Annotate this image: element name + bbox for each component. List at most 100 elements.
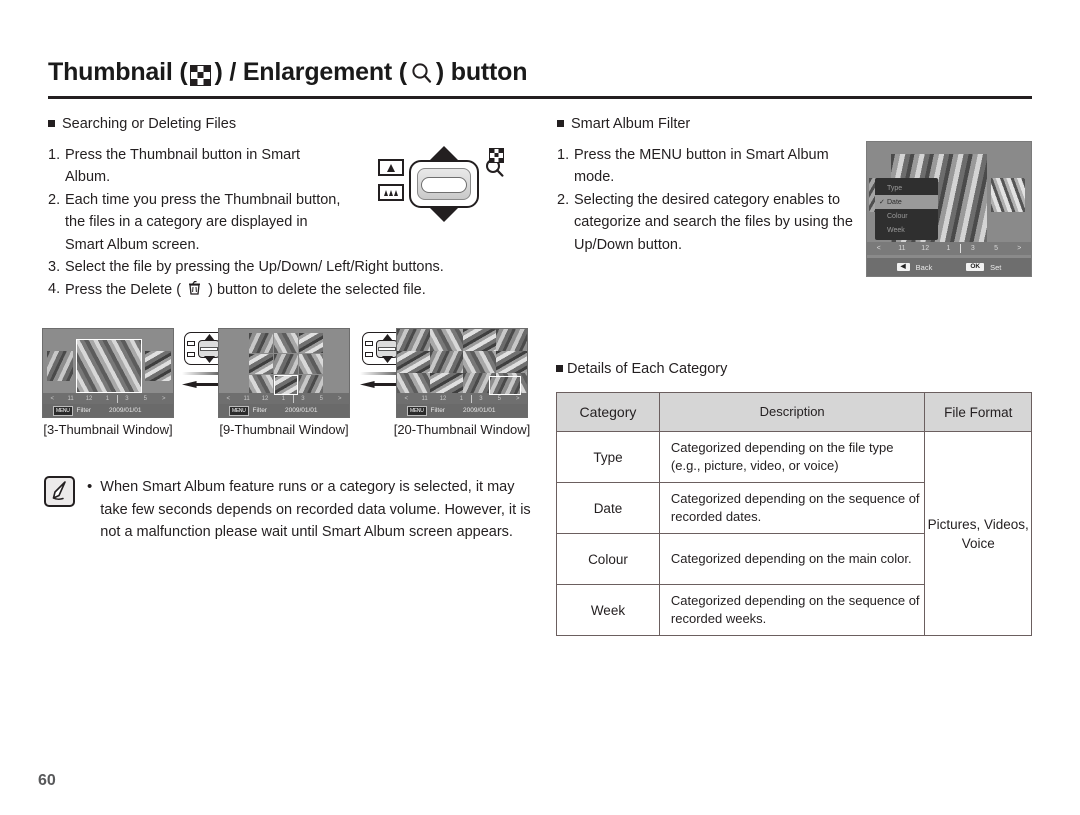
list-item: 3. Select the file by pressing the Up/Do… [48,256,518,278]
header-divider [48,96,1032,99]
filmstrip-cell: > [161,395,166,402]
thumbnail-window-3: < 11 12 1 3 5 > MENU Filter 2009/01/01 [… [42,328,174,437]
category-details-table: Category Description File Format Type Ca… [556,392,1032,636]
cell-file-format: Pictures, Videos, Voice [924,431,1032,636]
list-item: 1. Press the MENU button in Smart Album … [557,144,857,189]
set-button-glyph[interactable]: OK [966,262,985,272]
filmstrip-cell: 11 [67,395,74,402]
thumbnail-image [397,351,430,373]
wide-zoom-icon [378,184,404,201]
page-title-part1: Thumbnail ( [48,58,188,86]
lever-body [409,160,479,208]
filmstrip-bar: < 11 12 1 3 5 > [43,393,173,404]
lcd-screen: < 11 12 1 3 5 > MENU Filter 2009/01/01 [396,328,528,418]
menu-item-colour[interactable]: Colour [875,209,938,223]
filmstrip-cell: 3 [970,245,975,252]
thumbnail-image [430,373,463,395]
thumbnail-image-selected [489,376,521,395]
thumbnail-grid [43,329,173,393]
cell-category: Week [556,584,660,636]
note-box: • When Smart Album feature runs or a cat… [44,476,544,544]
lcd-footer-bar: ◀ Back OK Set [867,258,1031,276]
preview-thumbnail-right [991,178,1025,212]
filmstrip-cell: 5 [143,395,147,402]
lcd-screen: < 11 12 1 3 5 > MENU Filter 2009/01/01 [218,328,350,418]
note-pencil-icon [44,476,75,507]
status-date: 2009/01/01 [462,407,496,414]
menu-item-type[interactable]: Type [875,181,938,195]
step-number: 2. [48,191,61,208]
thumbnail-image [274,354,298,374]
note-text: When Smart Album feature runs or a categ… [100,479,531,540]
bullet-square-icon [48,120,55,127]
back-button-glyph[interactable]: ◀ [896,262,910,272]
list-item: 4. Press the Delete ( ) button to delete… [48,278,518,301]
thumbnail-image [430,329,463,351]
filmstrip-cell: 11 [421,395,428,402]
list-item: 2. Selecting the desired category enable… [557,189,857,256]
thumbnail-image [274,333,298,353]
thumbnail-window-caption: [9-Thumbnail Window] [219,422,349,437]
filmstrip-cell: 3 [125,395,129,402]
page-number: 60 [38,772,56,789]
lcd-status-bar: MENU Filter 2009/01/01 [219,404,349,417]
thumbnail-image [463,329,496,351]
thumbnail-image [249,333,273,353]
filmstrip-cell: 1 [105,395,110,402]
filmstrip-cell: 5 [994,245,998,252]
check-icon: ✓ [879,199,885,206]
step-text: Press the MENU button in Smart Album mod… [574,147,829,186]
step-number: 1. [48,147,61,163]
filmstrip-cell: 1 [459,395,464,402]
step-text-before-icon: Press the Delete ( [65,282,182,299]
thumbnail-image [496,351,527,373]
bullet-square-icon [556,365,563,372]
thumbnail-window-caption: [3-Thumbnail Window] [43,422,173,437]
filmstrip-cell: 12 [439,395,447,402]
menu-item-date[interactable]: ✓ Date [875,195,938,209]
filmstrip-cell: < [876,245,881,252]
filmstrip-cell: < [226,395,230,402]
smart-album-filter-steps: 1. Press the MENU button in Smart Album … [557,144,857,256]
filmstrip-cell: > [515,395,520,402]
lever-down-arrow-icon [428,206,460,222]
page-title-part3: ) button [435,58,528,86]
column-header-file-format: File Format [924,392,1032,432]
thumbnail-image [145,351,171,381]
thumbnail-window-9: < 11 12 1 3 5 > MENU Filter 2009/01/01 [… [218,328,350,437]
thumbnail-image [249,375,273,395]
lcd-status-bar: MENU Filter 2009/01/01 [397,404,527,417]
thumbnail-grid [219,329,349,395]
filmstrip-bar: < 11 12 1 3 5 > [867,242,1031,255]
page-title-part2: ) / Enlargement ( [214,58,407,86]
filmstrip-cell: 1 [946,245,951,252]
thumbnail-image [299,333,323,353]
status-date: 2009/01/01 [108,407,142,414]
status-date: 2009/01/01 [284,407,318,414]
filmstrip-cell: 3 [479,395,483,402]
cell-description: Categorized depending on the sequence of… [658,482,926,534]
filmstrip-cell: 1 [281,395,286,402]
thumbnail-image [430,351,463,373]
smart-album-filter-section-title: Smart Album Filter [557,116,857,132]
filmstrip-cell: 11 [898,245,906,252]
note-content: • When Smart Album feature runs or a cat… [87,476,544,544]
filmstrip-cell: < [404,395,408,402]
step-text: Each time you press the Thumbnail button… [65,191,341,253]
menu-item-week[interactable]: Week [875,223,938,237]
thumbnail-image [496,329,527,351]
step-number: 2. [557,191,570,208]
filmstrip-cell: 5 [319,395,323,402]
filmstrip-cell: 11 [243,395,250,402]
column-header-category: Category [556,392,660,432]
menu-item-label: Date [887,198,902,206]
cell-category: Colour [556,533,660,585]
bullet-square-icon [557,120,564,127]
status-filter-label: Filter [76,407,91,414]
thumbnail-image [397,329,430,351]
step-text: Selecting the desired category enables t… [574,191,853,253]
step-number: 1. [557,147,570,163]
menu-item-label: Colour [887,212,908,220]
category-menu[interactable]: Type ✓ Date Colour Week [875,178,938,240]
table-title-text: Details of Each Category [567,361,728,377]
